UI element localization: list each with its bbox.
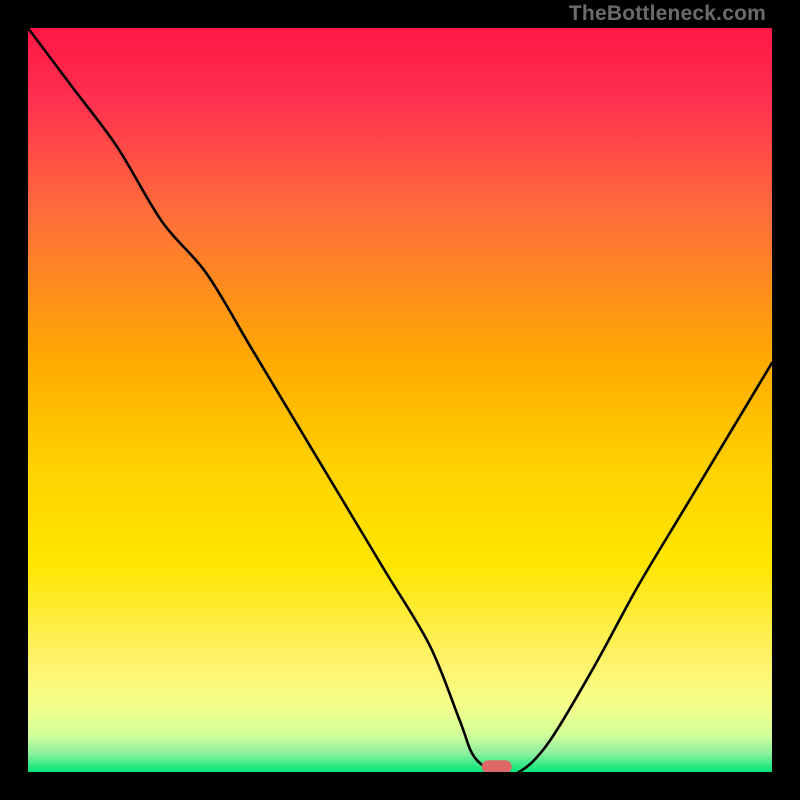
gradient-background <box>28 28 772 772</box>
optimum-marker <box>482 760 512 772</box>
watermark-text: TheBottleneck.com <box>569 2 766 26</box>
plot-area <box>28 28 772 772</box>
chart-frame <box>28 28 772 772</box>
bottleneck-chart-svg <box>28 28 772 772</box>
